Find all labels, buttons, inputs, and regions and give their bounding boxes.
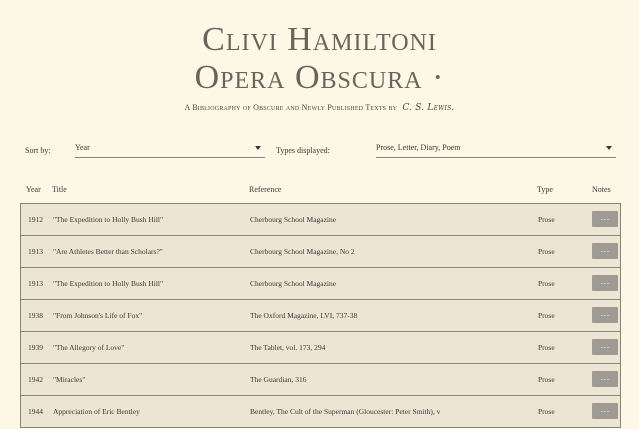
column-header-year[interactable]: Year: [26, 185, 41, 194]
cell-title: "The Expedition to Holly Bush Hill": [53, 215, 164, 224]
cell-title: "The Expedition to Holly Bush Hill": [53, 279, 164, 288]
cell-year: 1942: [28, 375, 43, 384]
cell-year: 1939: [28, 343, 43, 352]
cell-title: "Are Athletes Better than Scholars?": [53, 247, 163, 256]
types-select-value: Prose, Letter, Diary, Poem: [376, 143, 461, 152]
cell-title: "The Allegory of Love": [53, 343, 125, 352]
types-select[interactable]: Prose, Letter, Diary, Poem: [376, 141, 616, 158]
cell-type: Prose: [538, 407, 555, 416]
table-row: 1939 "The Allegory of Love" The Tablet, …: [20, 332, 621, 364]
cell-type: Prose: [538, 279, 555, 288]
page-title-line1: Clivi Hamiltoni: [202, 21, 437, 58]
cell-title: Appreciation of Eric Bentley: [53, 407, 140, 416]
cell-reference: The Tablet, vol. 173, 294: [250, 343, 326, 352]
cell-type: Prose: [538, 215, 555, 224]
sort-select[interactable]: Year: [75, 141, 265, 158]
table-row: 1913 "Are Athletes Better than Scholars?…: [20, 236, 621, 268]
table-row: 1938 "From Johnson's Life of Fox" The Ox…: [20, 300, 621, 332]
cell-title: "From Johnson's Life of Fox": [53, 311, 143, 320]
sort-select-value: Year: [75, 143, 90, 152]
cell-reference: Bentley, The Cult of the Superman (Glouc…: [250, 407, 441, 416]
notes-button[interactable]: ···: [592, 403, 618, 419]
notes-button[interactable]: ···: [592, 371, 618, 387]
notes-button[interactable]: ···: [592, 307, 618, 323]
column-header-notes: Notes: [592, 185, 611, 194]
sort-label: Sort by:: [25, 146, 51, 155]
table-row: 1912 "The Expedition to Holly Bush Hill"…: [20, 203, 621, 236]
cell-year: 1913: [28, 247, 43, 256]
cell-title: "Miracles": [53, 375, 86, 384]
page-subtitle: A Bibliography of Obscure and Newly Publ…: [0, 103, 639, 113]
chevron-down-icon: [255, 146, 261, 150]
column-header-title[interactable]: Title: [52, 185, 67, 194]
bibliography-table: 1912 "The Expedition to Holly Bush Hill"…: [20, 203, 621, 428]
chevron-down-icon: [606, 146, 612, 150]
cell-type: Prose: [538, 311, 555, 320]
column-header-type[interactable]: Type: [537, 185, 553, 194]
cell-reference: Cherbourg School Magazine: [250, 215, 337, 224]
subtitle-text: A Bibliography of Obscure and Newly Publ…: [184, 103, 398, 112]
filter-controls: Sort by: Year Types displayed: Prose, Le…: [0, 141, 639, 161]
cell-year: 1913: [28, 279, 43, 288]
cell-reference: Cherbourg School Magazine: [250, 279, 337, 288]
cell-year: 1912: [28, 215, 43, 224]
cell-type: Prose: [538, 247, 555, 256]
cell-type: Prose: [538, 343, 555, 352]
notes-button[interactable]: ···: [592, 275, 618, 291]
table-row: 1913 "The Expedition to Holly Bush Hill"…: [20, 268, 621, 300]
notes-button[interactable]: ···: [592, 211, 618, 227]
notes-button[interactable]: ···: [592, 339, 618, 355]
author-signature: C. S. Lewis.: [402, 103, 455, 113]
cell-reference: The Oxford Magazine, LVI, 737-38: [250, 311, 358, 320]
cell-type: Prose: [538, 375, 555, 384]
table-row: 1944 Appreciation of Eric Bentley Bentle…: [20, 396, 621, 428]
cell-year: 1944: [28, 407, 43, 416]
types-label: Types displayed:: [276, 146, 330, 155]
notes-button[interactable]: ···: [592, 243, 618, 259]
cell-year: 1938: [28, 311, 43, 320]
page-title-line2: Opera Obscura ·: [194, 59, 445, 96]
cell-reference: The Guardian, 316: [250, 375, 307, 384]
cell-reference: Cherbourg School Magazine, No 2: [250, 247, 355, 256]
column-header-reference[interactable]: Reference: [249, 185, 281, 194]
table-header: Year Title Reference Type Notes: [0, 185, 639, 195]
table-row: 1942 "Miracles" The Guardian, 316 Prose …: [20, 364, 621, 396]
